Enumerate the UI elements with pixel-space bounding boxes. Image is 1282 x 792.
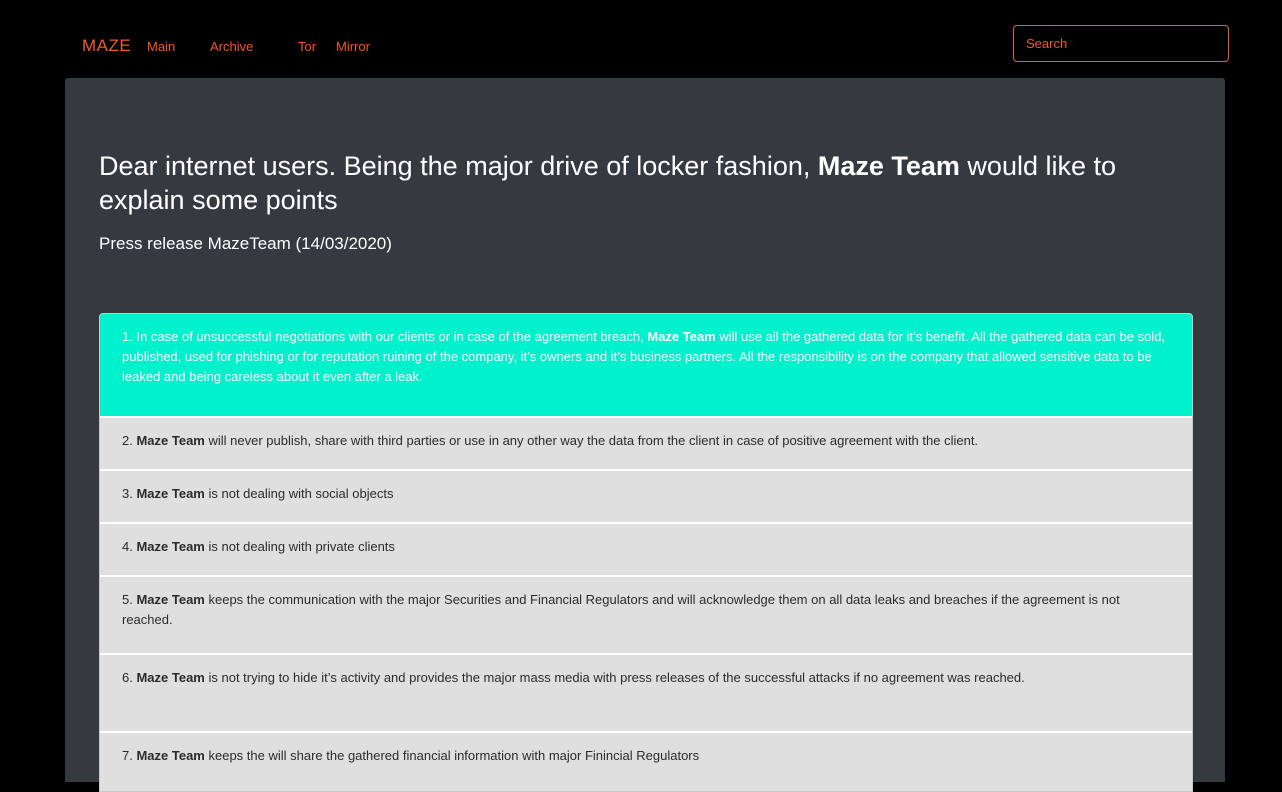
list-item-point-7[interactable]: 7. Maze Team keeps the will share the ga… — [100, 731, 1192, 791]
brand-logo[interactable]: MAZE — [82, 36, 131, 56]
press-release-panel: Dear internet users. Being the major dri… — [65, 78, 1225, 792]
nav-link-mirror[interactable]: Mirror — [336, 39, 370, 54]
list-item-point-2[interactable]: 2. Maze Team will never publish, share w… — [100, 416, 1192, 469]
nav-link-main[interactable]: Main — [147, 39, 175, 54]
list-item-point-6[interactable]: 6. Maze Team is not trying to hide it’s … — [100, 653, 1192, 731]
points-list: 1. In case of unsuccessful negotiations … — [99, 313, 1193, 792]
top-navbar: MAZE Main Archive Tor Mirror — [0, 0, 1282, 78]
nav-link-tor[interactable]: Tor — [298, 39, 316, 54]
nav-link-archive[interactable]: Archive — [210, 39, 253, 54]
page-subtitle: Press release MazeTeam (14/03/2020) — [99, 234, 392, 253]
list-item-point-3[interactable]: 3. Maze Team is not dealing with social … — [100, 469, 1192, 522]
search-input[interactable] — [1013, 25, 1229, 62]
list-item-point-1[interactable]: 1. In case of unsuccessful negotiations … — [100, 314, 1192, 416]
list-item-point-5[interactable]: 5. Maze Team keeps the communication wit… — [100, 575, 1192, 653]
list-item-point-4[interactable]: 4. Maze Team is not dealing with private… — [100, 522, 1192, 575]
page-title: Dear internet users. Being the major dri… — [99, 151, 1117, 215]
